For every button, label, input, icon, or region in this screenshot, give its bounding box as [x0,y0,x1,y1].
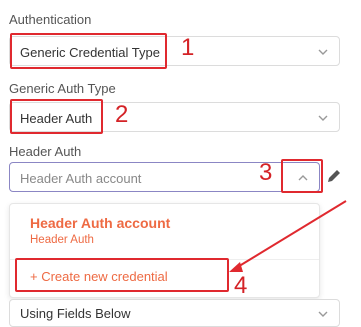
arrow-annotation [229,200,347,272]
chevron-down-icon [317,308,329,320]
next-field-value: Using Fields Below [20,306,131,321]
next-field-select[interactable]: Using Fields Below [9,299,340,327]
